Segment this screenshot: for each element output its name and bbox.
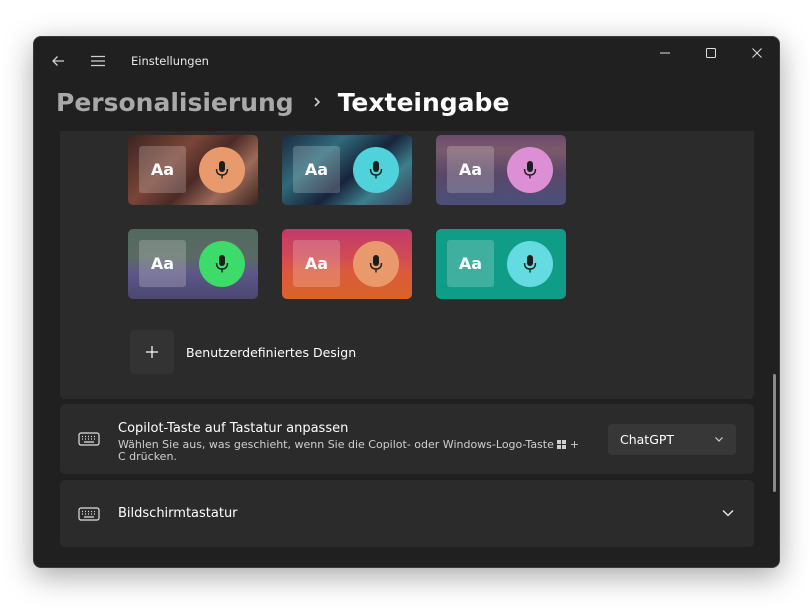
hamburger-icon — [91, 55, 105, 67]
copilot-key-title: Copilot-Taste auf Tastatur anpassen — [118, 421, 349, 436]
microphone-icon — [215, 161, 229, 179]
theme-sample-text: Aa — [447, 146, 494, 193]
theme-sample-text: Aa — [293, 146, 340, 193]
theme-sample-text: Aa — [293, 240, 340, 287]
app-title: Einstellungen — [131, 54, 209, 68]
theme-tile-2[interactable]: Aa — [282, 135, 412, 205]
back-button[interactable] — [48, 51, 68, 71]
scrollbar-thumb[interactable] — [773, 374, 776, 492]
onscreen-keyboard-title: Bildschirmtastatur — [118, 506, 238, 521]
keyboard-icon — [78, 432, 100, 446]
copilot-key-setting: Copilot-Taste auf Tastatur anpassen Wähl… — [60, 404, 754, 474]
chevron-down-icon[interactable] — [720, 505, 736, 521]
add-button[interactable] — [130, 330, 174, 374]
mic-button-swatch — [507, 147, 553, 193]
microphone-icon — [369, 161, 383, 179]
title-bar: Einstellungen — [34, 37, 779, 83]
mic-button-swatch — [507, 241, 553, 287]
add-custom-theme-label: Benutzerdefiniertes Design — [186, 344, 357, 360]
keyboard-icon — [78, 507, 100, 521]
microphone-icon — [369, 255, 383, 273]
microphone-icon — [523, 161, 537, 179]
breadcrumb-parent[interactable]: Personalisierung — [56, 88, 294, 117]
theme-sample-text: Aa — [139, 146, 186, 193]
microphone-icon — [523, 255, 537, 273]
theme-tile-5[interactable]: Aa — [282, 229, 412, 299]
copilot-key-description-text: Wählen Sie aus, was geschieht, wenn Sie … — [118, 438, 554, 451]
page-title: Texteingabe — [337, 87, 510, 117]
breadcrumb: Personalisierung Texteingabe — [56, 85, 509, 119]
theme-tile-4[interactable]: Aa — [128, 229, 258, 299]
maximize-icon — [706, 48, 716, 58]
theme-sample-text: Aa — [139, 240, 186, 287]
navigation-menu-button[interactable] — [88, 51, 108, 71]
theme-tile-6[interactable]: Aa — [436, 229, 566, 299]
copilot-key-description: Wählen Sie aus, was geschieht, wenn Sie … — [118, 439, 588, 463]
minimize-button[interactable] — [642, 37, 688, 69]
onscreen-keyboard-setting[interactable]: Bildschirmtastatur — [60, 480, 754, 547]
copilot-key-dropdown[interactable]: ChatGPT — [608, 424, 736, 455]
plus-icon — [146, 346, 158, 358]
close-icon — [752, 48, 762, 58]
settings-window: Einstellungen Personalisierung Texteinga… — [33, 36, 780, 568]
dropdown-selected-value: ChatGPT — [620, 432, 675, 447]
back-arrow-icon — [52, 56, 64, 66]
microphone-icon — [215, 255, 229, 273]
maximize-button[interactable] — [688, 37, 734, 69]
mic-button-swatch — [353, 147, 399, 193]
mic-button-swatch — [199, 147, 245, 193]
breadcrumb-separator — [312, 95, 322, 109]
theme-tile-1[interactable]: Aa — [128, 135, 258, 205]
close-button[interactable] — [734, 37, 779, 69]
minimize-icon — [660, 52, 670, 54]
chevron-down-icon — [715, 437, 723, 442]
theme-tile-3[interactable]: Aa — [436, 135, 566, 205]
mic-button-swatch — [353, 241, 399, 287]
theme-sample-text: Aa — [447, 240, 494, 287]
add-custom-theme-button[interactable]: Benutzerdefiniertes Design — [130, 329, 390, 375]
mic-button-swatch — [199, 241, 245, 287]
chevron-right-icon — [314, 97, 320, 107]
